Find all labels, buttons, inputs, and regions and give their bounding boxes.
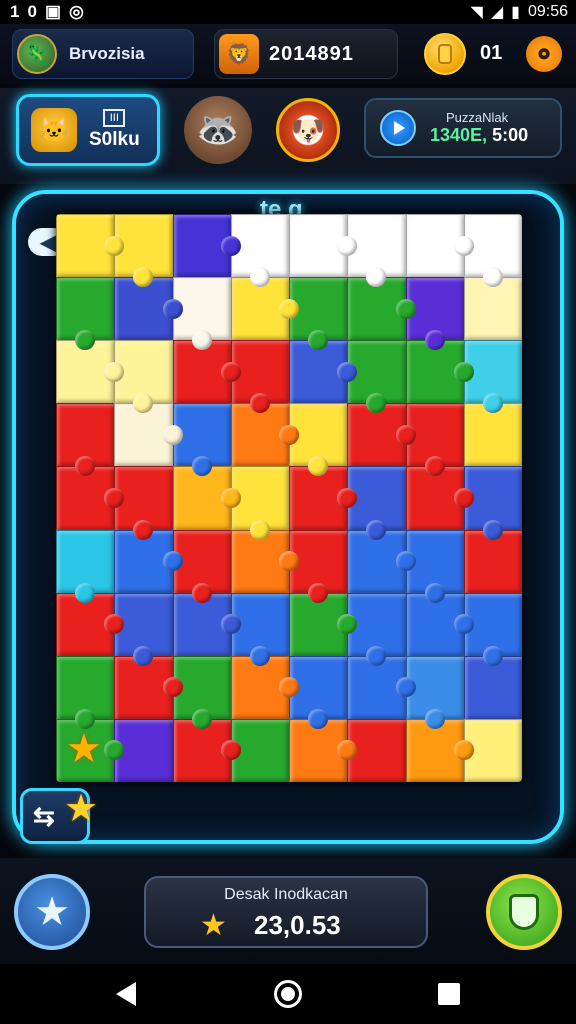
- bottom-bar: ★ Desak Inodkacan ★ 23,0.53: [0, 858, 576, 964]
- puzzle-knob: [191, 708, 212, 729]
- shield-icon[interactable]: [486, 874, 562, 950]
- puzzle-knob: [249, 645, 270, 666]
- score-value: 2014891: [269, 42, 354, 65]
- puzzle-knob: [133, 519, 154, 540]
- coin-count: 01: [480, 42, 503, 64]
- puzzle-board[interactable]: [56, 214, 522, 782]
- play-icon[interactable]: [380, 110, 416, 146]
- raccoon-character-icon[interactable]: 🦝: [184, 96, 252, 164]
- status-glyph-2: 0: [27, 2, 37, 21]
- status-glyph-1: 1: [10, 2, 20, 21]
- puzzle-knob: [104, 235, 125, 256]
- nav-home-icon[interactable]: [274, 980, 302, 1008]
- dog-character-icon[interactable]: 🐶: [276, 98, 340, 162]
- profile-button[interactable]: 🦎 Brvozisia: [12, 29, 194, 79]
- level-label-group: III S0lku: [89, 109, 140, 151]
- puzzle-knob: [162, 551, 183, 572]
- status-right: ◥ ◢ ▮ 09:56: [471, 2, 568, 22]
- favorite-star-button[interactable]: ★: [14, 874, 90, 950]
- puzzle-knob: [424, 708, 445, 729]
- puzzle-knob: [424, 456, 445, 477]
- puzzle-knob: [162, 677, 183, 698]
- level-button[interactable]: 🐱 III S0lku: [16, 94, 160, 166]
- level-mark: III: [103, 109, 126, 127]
- coin-icon[interactable]: [424, 33, 466, 75]
- puzzle-knob: [453, 361, 474, 382]
- puzzle-knob: [395, 677, 416, 698]
- puzzle-knob: [482, 645, 503, 666]
- puzzle-knob: [191, 456, 212, 477]
- puzzle-knob: [337, 361, 358, 382]
- puzzle-panel[interactable]: PuzzaNlak 1340E, 5:00: [364, 98, 562, 158]
- puzzle-stats-b: 5:00: [492, 125, 529, 145]
- puzzle-knob: [220, 361, 241, 382]
- puzzle-knob: [162, 298, 183, 319]
- hint-value: 23,0.53: [254, 910, 341, 940]
- puzzle-knob: [395, 424, 416, 445]
- info-row: 🐱 III S0lku 🦝 🐶 PuzzaNlak 1340E, 5:00: [0, 88, 576, 184]
- star-icon: ★: [66, 727, 102, 771]
- wifi-icon: ◥: [470, 4, 483, 21]
- puzzle-knob: [279, 551, 299, 572]
- puzzle-knob: [482, 267, 503, 288]
- image-icon: ▣: [44, 2, 61, 21]
- puzzle-knob: [424, 582, 445, 603]
- puzzle-knob: [308, 708, 329, 729]
- hint-panel[interactable]: Desak Inodkacan ★ 23,0.53: [144, 876, 428, 948]
- share-star-icon: ★: [64, 788, 99, 830]
- puzzle-info: PuzzaNlak 1340E, 5:00: [430, 110, 528, 146]
- status-time: 09:56: [527, 3, 568, 20]
- puzzle-knob: [75, 582, 96, 603]
- puzzle-knob: [220, 235, 241, 256]
- puzzle-knob: [191, 330, 212, 351]
- status-left: 1 0 ▣ ◎: [10, 2, 84, 22]
- cat-icon: 🐱: [31, 108, 77, 152]
- puzzle-stats-a: 1340E,: [430, 125, 488, 145]
- puzzle-knob: [395, 551, 416, 572]
- score-display: 🦁 2014891: [214, 29, 398, 79]
- puzzle-knob: [104, 361, 125, 382]
- puzzle-knob: [220, 488, 241, 508]
- signal-icon: ◢: [490, 4, 504, 21]
- puzzle-knob: [249, 519, 270, 540]
- settings-gear-icon[interactable]: ⚙: [526, 36, 562, 72]
- nav-recents-icon[interactable]: [438, 983, 460, 1005]
- avatar: 🦎: [17, 34, 57, 74]
- puzzle-knob: [249, 267, 270, 288]
- puzzle-knob: [337, 235, 358, 256]
- puzzle-knob: [191, 582, 212, 603]
- puzzle-knob: [453, 488, 474, 508]
- puzzle-knob: [424, 330, 445, 351]
- puzzle-knob: [308, 582, 329, 603]
- puzzle-knob: [220, 614, 241, 635]
- puzzle-knob: [482, 519, 503, 540]
- profile-name: Brvozisia: [69, 44, 145, 63]
- puzzle-knob: [366, 519, 387, 540]
- puzzle-knob: [395, 298, 416, 319]
- nav-back-icon[interactable]: [116, 982, 136, 1006]
- puzzle-stats: 1340E, 5:00: [430, 125, 528, 146]
- puzzle-title: PuzzaNlak: [446, 110, 509, 125]
- puzzle-knob: [453, 235, 474, 256]
- top-bar: 🦎 Brvozisia 🦁 2014891 01 ⚙: [0, 24, 576, 84]
- hint-title: Desak Inodkacan: [224, 886, 348, 903]
- trophy-icon: 🦁: [219, 34, 259, 74]
- nav-bar: [0, 964, 576, 1024]
- puzzle-knob: [279, 424, 299, 445]
- battery-icon: ▮: [511, 4, 520, 21]
- level-text: S0lku: [89, 129, 140, 150]
- puzzle-knob: [453, 614, 474, 635]
- hint-star-icon: ★: [200, 909, 227, 942]
- puzzle-knob: [162, 424, 183, 445]
- sync-icon: ◎: [69, 2, 84, 21]
- puzzle-knob: [279, 298, 299, 319]
- status-bar: 1 0 ▣ ◎ ◥ ◢ ▮ 09:56: [0, 0, 576, 24]
